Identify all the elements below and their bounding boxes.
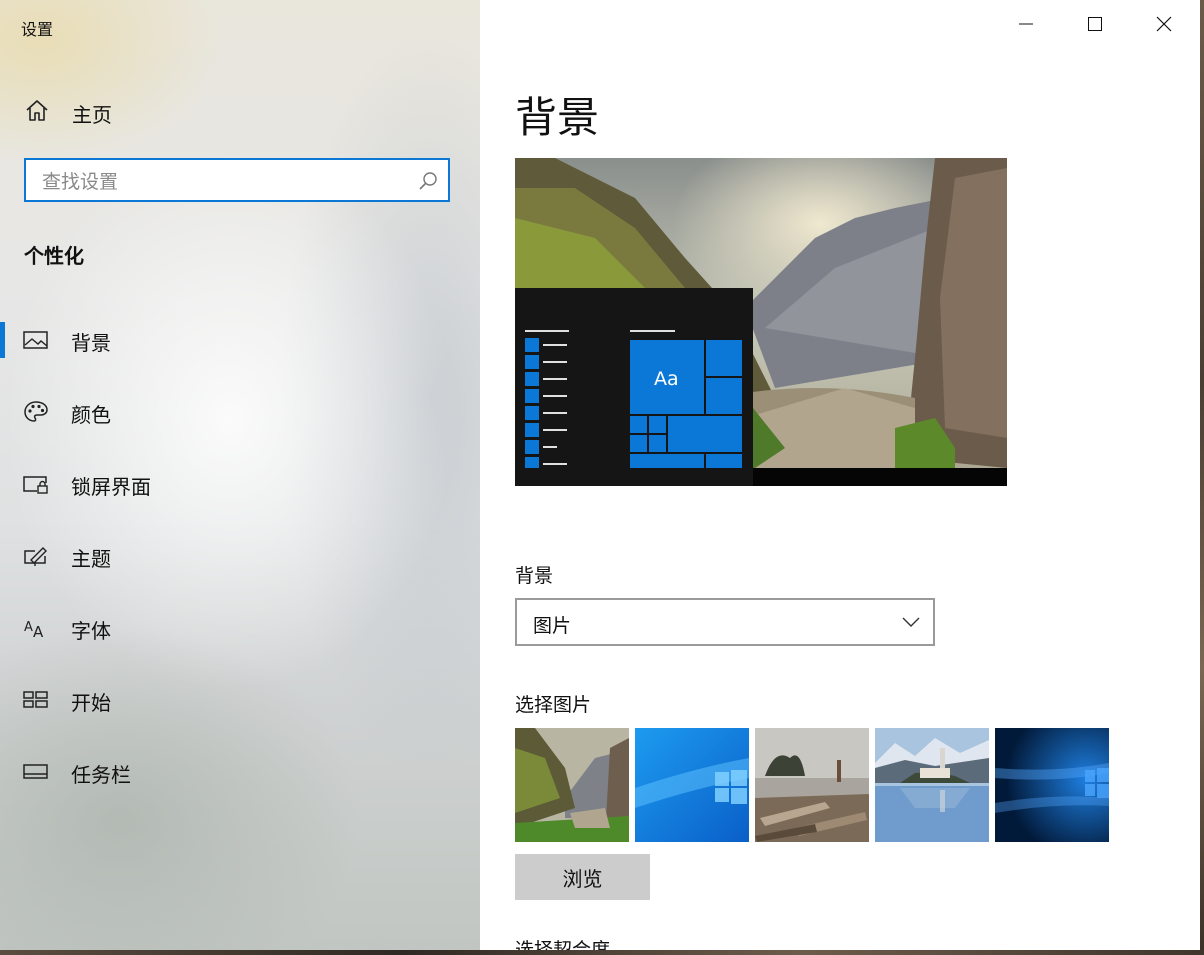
sidebar-item-label: 背景 — [71, 331, 111, 355]
home-label: 主页 — [72, 103, 112, 127]
thumbnail-lake-castle[interactable] — [875, 728, 989, 842]
desktop-edge-bottom — [0, 950, 1204, 955]
sidebar-item-taskbar[interactable]: 任务栏 — [0, 748, 480, 796]
sidebar-item-colors[interactable]: 颜色 — [0, 388, 480, 436]
sidebar-item-label: 字体 — [71, 619, 111, 643]
search-input[interactable] — [40, 168, 414, 196]
page-title: 背景 — [515, 93, 600, 142]
sidebar-item-label: 锁屏界面 — [71, 475, 151, 499]
background-type-dropdown[interactable]: 图片 — [515, 598, 935, 646]
search-box[interactable] — [24, 158, 450, 202]
sidebar-item-label: 开始 — [71, 691, 111, 715]
close-icon — [1155, 15, 1173, 37]
sidebar-item-background[interactable]: 背景 — [0, 316, 480, 364]
sidebar-item-fonts[interactable]: AA 字体 — [0, 604, 480, 652]
thumbnail-beach-driftwood[interactable] — [755, 728, 869, 842]
thumbnail-windows-dark-blue[interactable] — [995, 728, 1109, 842]
preview-sample-text: Aa — [654, 368, 679, 390]
background-type-label: 背景 — [515, 565, 554, 587]
theme-brush-icon — [23, 544, 49, 568]
picture-thumbnails — [515, 728, 1115, 842]
sidebar-item-label: 颜色 — [71, 403, 111, 427]
chevron-down-icon — [901, 614, 921, 630]
sidebar-item-themes[interactable]: 主题 — [0, 532, 480, 580]
minimize-button[interactable] — [1003, 8, 1049, 44]
background-preview: Aa — [515, 158, 1007, 486]
svg-text:A: A — [24, 620, 33, 635]
content-pane: 背景 Aa 背景 图片 选择图片 浏览 选择契合度 — [480, 0, 1200, 950]
preview-landscape-image — [515, 158, 1007, 486]
app-title: 设置 — [21, 20, 54, 39]
svg-text:A: A — [33, 623, 44, 640]
selection-indicator — [0, 322, 5, 358]
palette-icon — [23, 400, 49, 424]
minimize-icon — [1018, 16, 1034, 36]
sidebar-item-label: 任务栏 — [71, 763, 131, 787]
font-icon: AA — [23, 616, 49, 641]
settings-window: 设置 主页 个性化 背景 颜色 — [0, 0, 1200, 950]
sidebar-item-label: 主题 — [71, 547, 111, 571]
section-title: 个性化 — [24, 244, 84, 268]
maximize-button[interactable] — [1072, 8, 1118, 44]
browse-button[interactable]: 浏览 — [515, 854, 650, 900]
home-icon — [24, 99, 50, 123]
search-icon[interactable] — [418, 171, 438, 191]
dropdown-value: 图片 — [533, 615, 572, 637]
sidebar-item-start[interactable]: 开始 — [0, 676, 480, 724]
choose-picture-label: 选择图片 — [515, 694, 592, 716]
choose-fit-label: 选择契合度 — [515, 939, 611, 950]
taskbar-icon — [23, 760, 49, 784]
thumbnail-mountain-valley[interactable] — [515, 728, 629, 842]
sidebar-item-lock-screen[interactable]: 锁屏界面 — [0, 460, 480, 508]
maximize-icon — [1087, 16, 1103, 36]
thumbnail-windows-light-blue[interactable] — [635, 728, 749, 842]
start-grid-icon — [23, 688, 49, 712]
picture-icon — [23, 328, 49, 352]
sidebar: 设置 主页 个性化 背景 颜色 — [0, 0, 480, 950]
desktop-edge — [1200, 0, 1204, 955]
lock-screen-icon — [23, 472, 49, 496]
close-button[interactable] — [1141, 8, 1187, 44]
home-nav-item[interactable]: 主页 — [0, 90, 480, 132]
